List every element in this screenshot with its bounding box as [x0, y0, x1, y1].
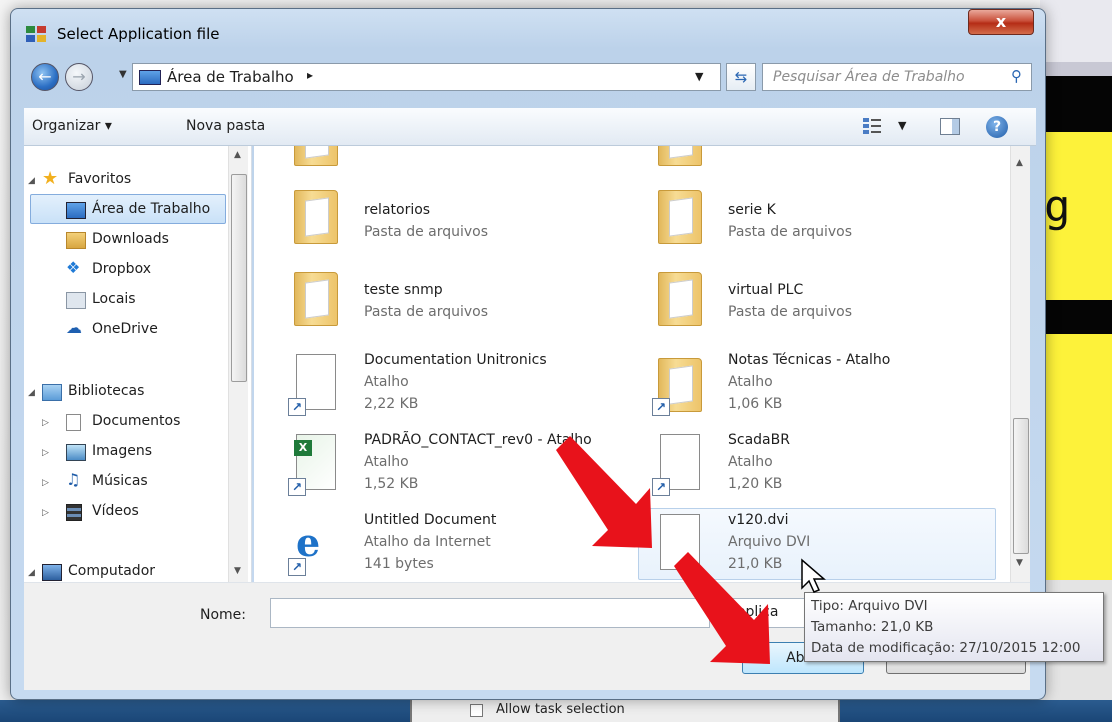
organize-menu[interactable]: Organizar ▾ — [32, 118, 112, 134]
downloads-folder-icon — [66, 232, 86, 249]
scroll-up-icon[interactable]: ▲ — [1016, 158, 1023, 168]
internet-explorer-icon: e ↗ — [288, 514, 342, 576]
refresh-button[interactable]: ⇆ — [726, 63, 756, 91]
filename-label: Nome: — [200, 607, 247, 623]
search-box[interactable]: Pesquisar Área de Trabalho ⚲ — [762, 63, 1032, 91]
background-app-strip — [1040, 0, 1112, 62]
address-text[interactable]: Área de Trabalho — [167, 68, 294, 86]
background-app-strip — [1040, 300, 1112, 334]
task-selection-label: Allow task selection — [496, 702, 625, 717]
view-dropdown-icon[interactable]: ▼ — [898, 119, 906, 132]
background-app-strip — [1040, 334, 1112, 580]
new-folder-button[interactable]: Nova pasta — [186, 118, 265, 134]
film-icon — [66, 504, 82, 521]
recent-pages-dropdown-icon[interactable]: ▼ — [119, 69, 127, 80]
address-bar[interactable]: Área de Trabalho ▸ ▼ — [132, 63, 721, 91]
recent-places-icon — [66, 292, 86, 309]
cloud-icon: ☁ — [66, 318, 82, 337]
mouse-cursor-icon — [800, 558, 827, 600]
expand-videos-icon[interactable]: ▷ — [42, 508, 49, 518]
tooltip-date: Data de modificação: 27/10/2015 12:00 — [811, 640, 1081, 656]
app-icon — [25, 24, 47, 44]
desktop-icon — [139, 70, 161, 85]
address-dropdown-icon[interactable]: ▼ — [695, 70, 703, 83]
folder-shortcut-icon: ↗ — [652, 354, 706, 416]
view-options-icon[interactable] — [862, 117, 884, 137]
sidebar-scroll-thumb[interactable] — [231, 174, 247, 382]
file-item[interactable]: ↗ Documentation Unitronics Atalho 2,22 K… — [274, 350, 630, 422]
expand-musicas-icon[interactable]: ▷ — [42, 478, 49, 488]
file-list-scroll-thumb[interactable] — [1013, 418, 1029, 554]
documents-icon — [66, 414, 81, 431]
file-item[interactable]: Pasta de arquivos — [638, 146, 994, 176]
scroll-down-icon[interactable]: ▼ — [1016, 558, 1023, 568]
help-icon[interactable]: ? — [986, 116, 1008, 138]
file-item[interactable]: relatorios Pasta de arquivos — [274, 182, 630, 254]
dropbox-icon: ❖ — [66, 258, 81, 277]
preview-pane-icon[interactable] — [940, 118, 960, 135]
computer-icon — [42, 564, 62, 581]
red-arrow-icon — [670, 548, 780, 672]
expand-computer-icon[interactable]: ◢ — [28, 568, 35, 578]
scroll-down-icon[interactable]: ▼ — [234, 566, 241, 576]
folder-icon — [288, 186, 342, 246]
search-input[interactable]: Pesquisar Área de Trabalho — [773, 69, 965, 85]
music-note-icon: ♫ — [66, 470, 81, 489]
desktop-icon — [66, 202, 86, 219]
folder-icon — [652, 186, 706, 246]
expand-favorites-icon[interactable]: ◢ — [28, 176, 35, 186]
background-app-strip — [1040, 62, 1112, 76]
file-list-scrollbar[interactable]: ▲ ▼ — [1010, 146, 1030, 582]
expand-imagens-icon[interactable]: ▷ — [42, 448, 49, 458]
libraries-icon — [42, 384, 62, 401]
expand-libraries-icon[interactable]: ◢ — [28, 388, 35, 398]
file-item[interactable]: serie K Pasta de arquivos — [638, 182, 994, 254]
file-info-tooltip: Tipo: Arquivo DVI Tamanho: 21,0 KB Data … — [804, 592, 1104, 662]
file-item[interactable]: ↗ ScadaBR Atalho 1,20 KB — [638, 430, 994, 502]
command-toolbar: Organizar ▾ Nova pasta ▼ ? — [24, 108, 1036, 146]
forward-button[interactable]: → — [65, 63, 93, 91]
folder-icon — [288, 146, 342, 168]
folder-icon — [652, 268, 706, 328]
file-item[interactable]: ↗ Notas Técnicas - Atalho Atalho 1,06 KB — [638, 350, 994, 422]
background-letter: g — [1040, 162, 1112, 252]
excel-shortcut-icon: X ↗ — [288, 434, 342, 496]
star-icon: ★ — [42, 168, 59, 189]
task-selection-checkbox[interactable] — [470, 704, 483, 717]
file-item[interactable]: teste snmp Pasta de arquivos — [274, 264, 630, 336]
sidebar-scrollbar[interactable]: ▲ ▼ — [228, 146, 248, 582]
close-button[interactable]: x — [968, 9, 1034, 35]
search-icon[interactable]: ⚲ — [1011, 67, 1022, 85]
document-shortcut-icon: ↗ — [288, 354, 342, 416]
pictures-icon — [66, 444, 86, 461]
breadcrumb-arrow-icon[interactable]: ▸ — [307, 68, 313, 82]
background-taskbar-right — [840, 700, 1112, 722]
folder-icon — [288, 268, 342, 328]
tooltip-type: Tipo: Arquivo DVI — [811, 598, 928, 614]
navigation-pane: ◢ ★ Favoritos Área de Trabalho Downloads… — [24, 146, 252, 582]
filename-input[interactable] — [270, 598, 710, 628]
expand-documentos-icon[interactable]: ▷ — [42, 418, 49, 428]
back-button[interactable]: ← — [31, 63, 59, 91]
folder-icon — [652, 146, 706, 168]
navigation-bar: ← → ▼ Área de Trabalho ▸ ▼ ⇆ Pesquisar Á… — [24, 59, 1036, 95]
background-taskbar-left — [0, 700, 410, 722]
background-app-strip — [1040, 76, 1112, 132]
file-item[interactable]: virtual PLC Pasta de arquivos — [638, 264, 994, 336]
dialog-title: Select Application file — [57, 25, 220, 43]
tooltip-size: Tamanho: 21,0 KB — [811, 619, 934, 635]
file-item[interactable]: Pasta de arquivos — [274, 146, 630, 176]
scroll-up-icon[interactable]: ▲ — [234, 150, 241, 160]
red-arrow-icon — [552, 432, 662, 556]
